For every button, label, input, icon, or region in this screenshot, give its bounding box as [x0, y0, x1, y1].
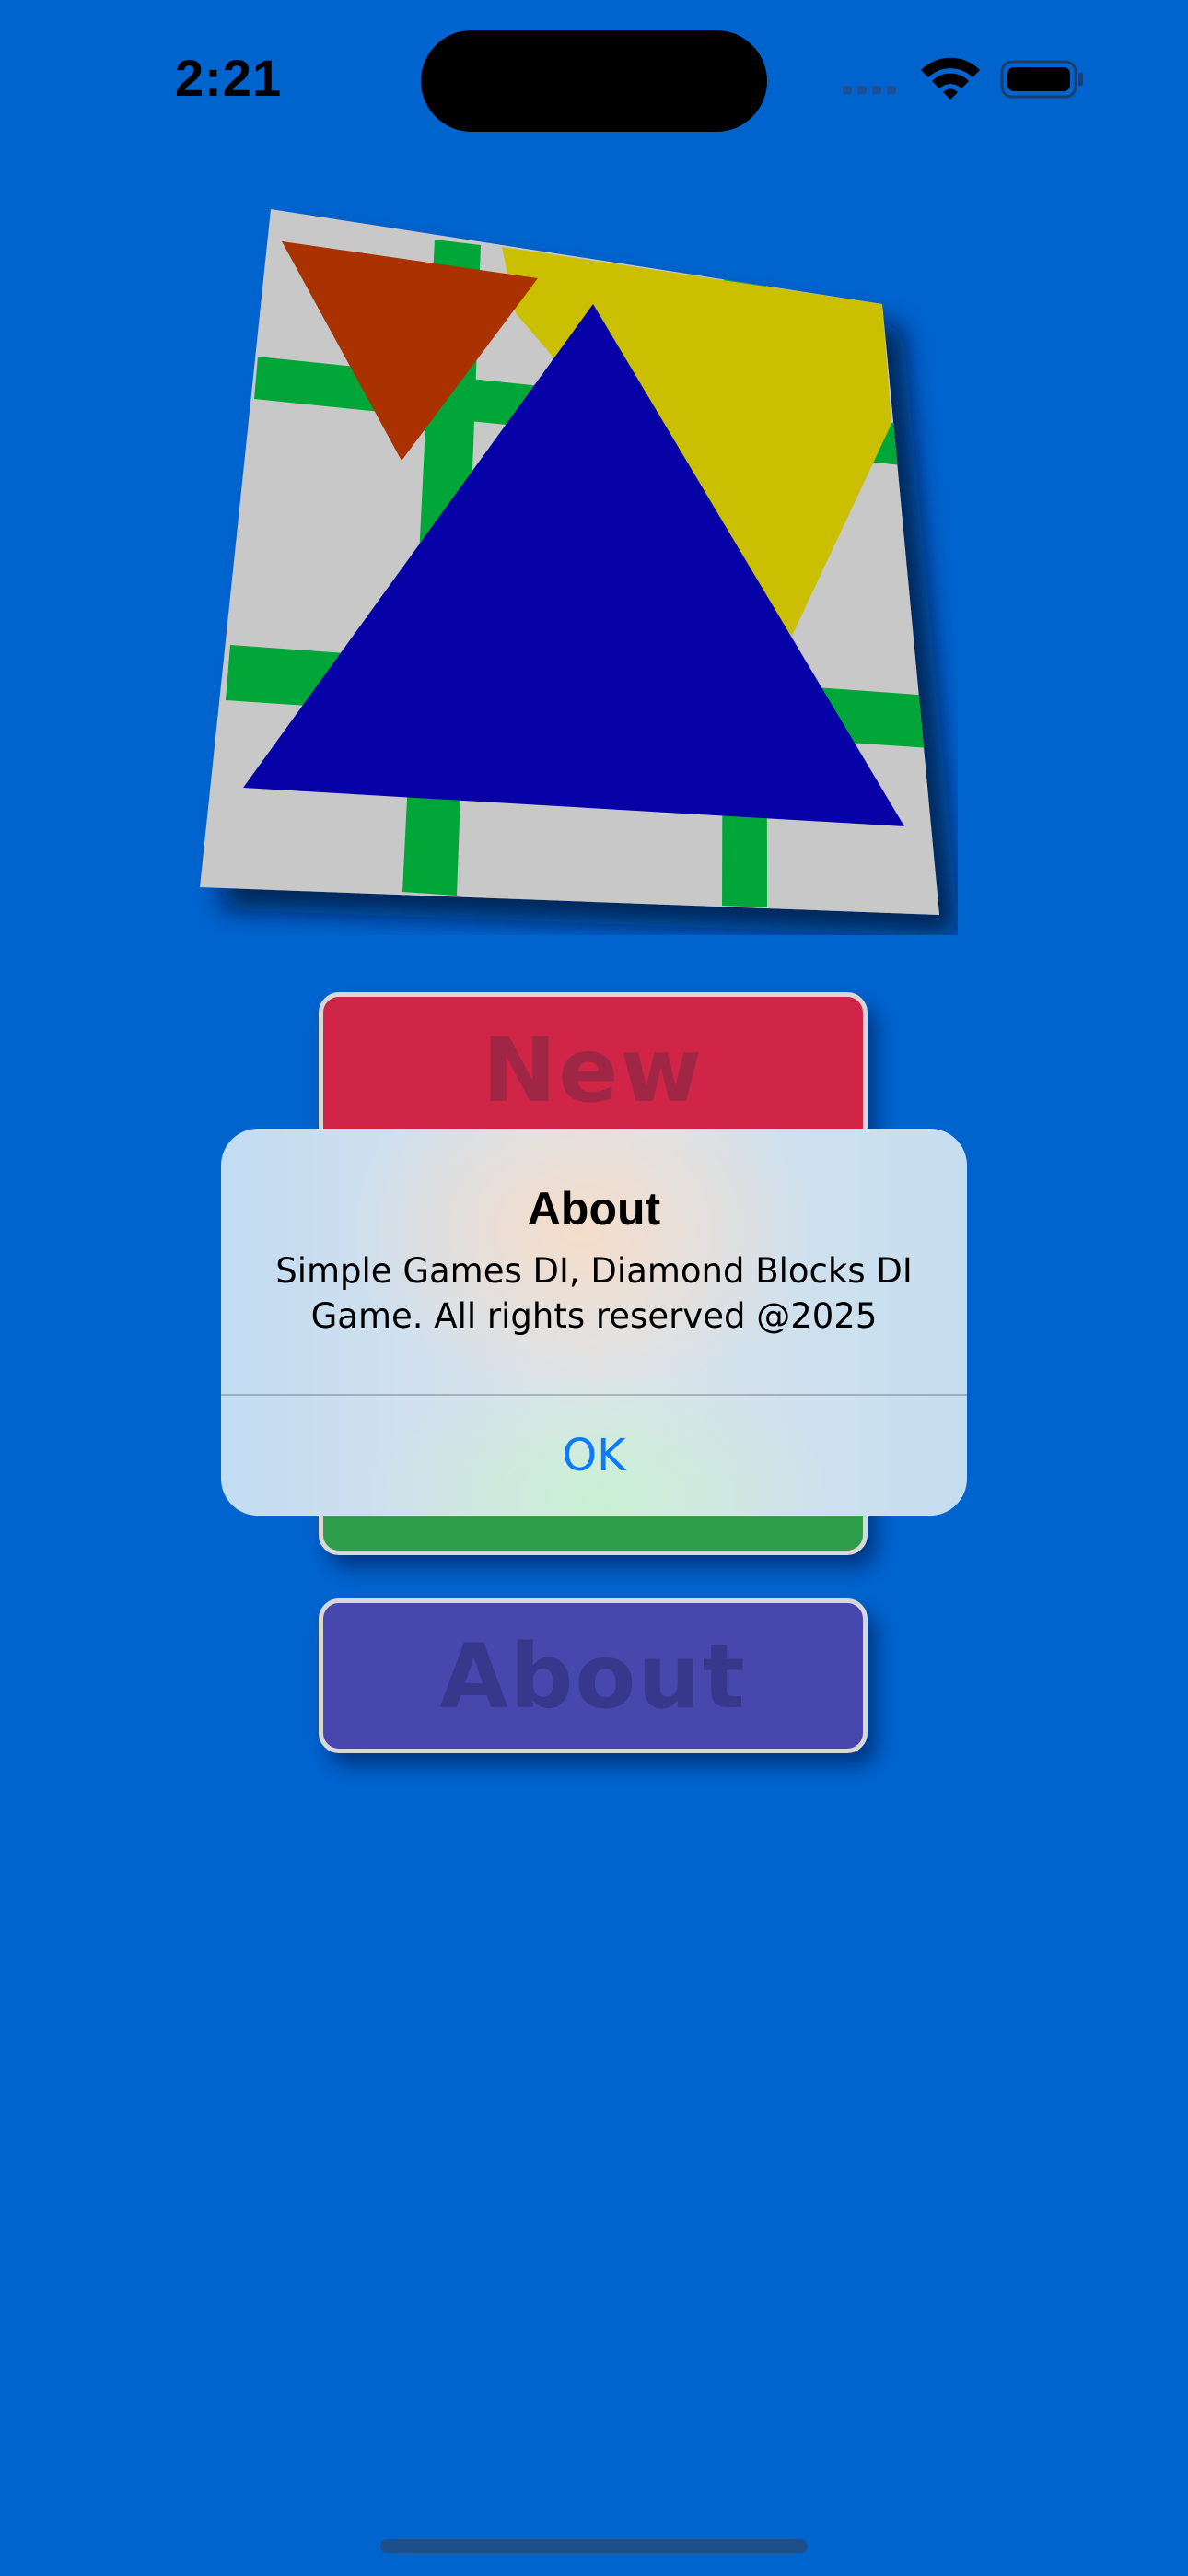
home-indicator[interactable] — [380, 2539, 808, 2553]
new-game-button[interactable]: New Game — [319, 992, 868, 1147]
status-time: 2:21 — [175, 49, 283, 107]
game-logo — [184, 198, 958, 935]
cellular-signal-icon — [843, 86, 896, 94]
alert-title: About — [527, 1183, 661, 1235]
battery-icon — [1000, 60, 1083, 99]
about-alert: About Simple Games DI, Diamond Blocks DI… — [221, 1129, 967, 1516]
status-icons — [838, 57, 1087, 103]
about-button[interactable]: About — [319, 1598, 868, 1753]
alert-ok-button[interactable]: OK — [221, 1396, 967, 1516]
alert-message: Simple Games DI, Diamond Blocks DI Game.… — [275, 1251, 913, 1336]
wifi-icon — [921, 57, 980, 100]
dynamic-island — [421, 30, 767, 132]
